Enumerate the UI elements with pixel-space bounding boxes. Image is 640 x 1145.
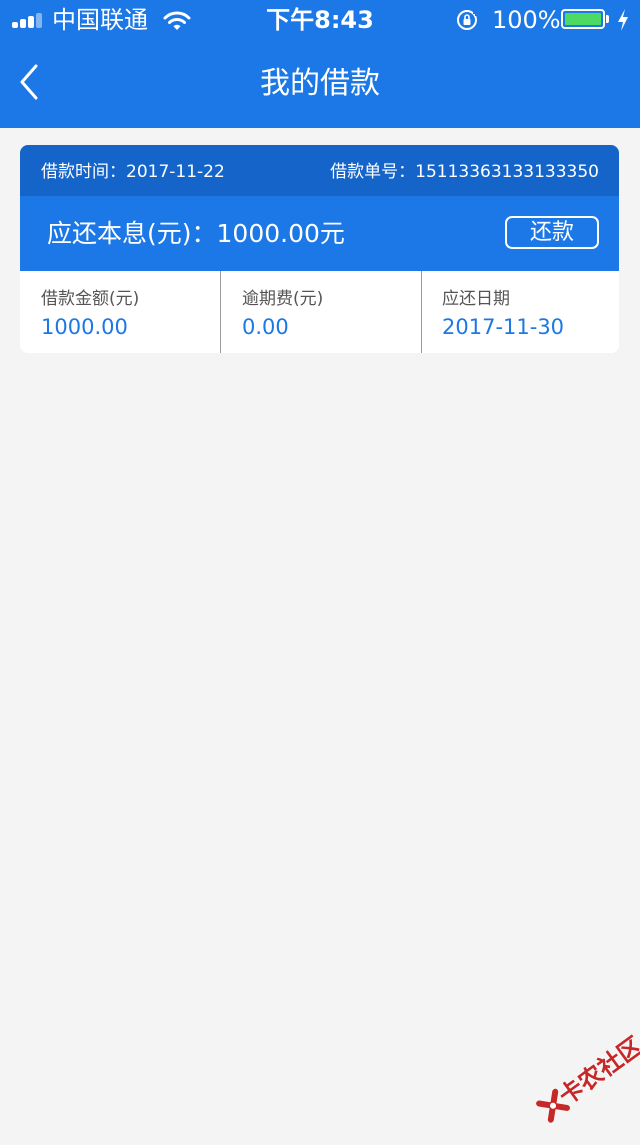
status-bar: 中国联通 下午8:43 100% (0, 0, 640, 40)
battery-percent: 100% (492, 6, 561, 34)
loan-time: 借款时间：2017-11-22 (41, 162, 225, 182)
detail-label: 应还日期 (442, 289, 510, 309)
loan-card-header: 借款时间：2017-11-22 借款单号：15113363133133350 (20, 145, 619, 196)
detail-label: 借款金额(元) (41, 289, 140, 309)
detail-overdue-fee: 逾期费(元) 0.00 (220, 271, 421, 353)
amount-due: 应还本息(元)：1000.00元 (47, 219, 345, 248)
nav-bar: 我的借款 (0, 40, 640, 128)
amount-due-row: 应还本息(元)：1000.00元 还款 (20, 196, 619, 271)
repay-button[interactable]: 还款 (505, 216, 599, 249)
detail-value: 2017-11-30 (442, 315, 565, 339)
detail-label: 逾期费(元) (242, 289, 324, 309)
detail-loan-amount: 借款金额(元) 1000.00 (20, 271, 220, 353)
loan-number: 借款单号：15113363133133350 (330, 162, 599, 182)
detail-value: 1000.00 (41, 315, 128, 339)
charging-icon (618, 9, 628, 31)
loan-details: 借款金额(元) 1000.00 逾期费(元) 0.00 应还日期 2017-11… (20, 271, 619, 353)
orientation-lock-icon (457, 10, 477, 30)
page-title: 我的借款 (260, 66, 380, 101)
watermark-text: 卡农社区 (553, 1031, 640, 1111)
battery-icon (561, 9, 611, 31)
detail-due-date: 应还日期 2017-11-30 (421, 271, 619, 353)
watermark: 卡农社区 (518, 1019, 640, 1145)
loan-card: 借款时间：2017-11-22 借款单号：15113363133133350 应… (20, 145, 619, 353)
detail-value: 0.00 (242, 315, 289, 339)
